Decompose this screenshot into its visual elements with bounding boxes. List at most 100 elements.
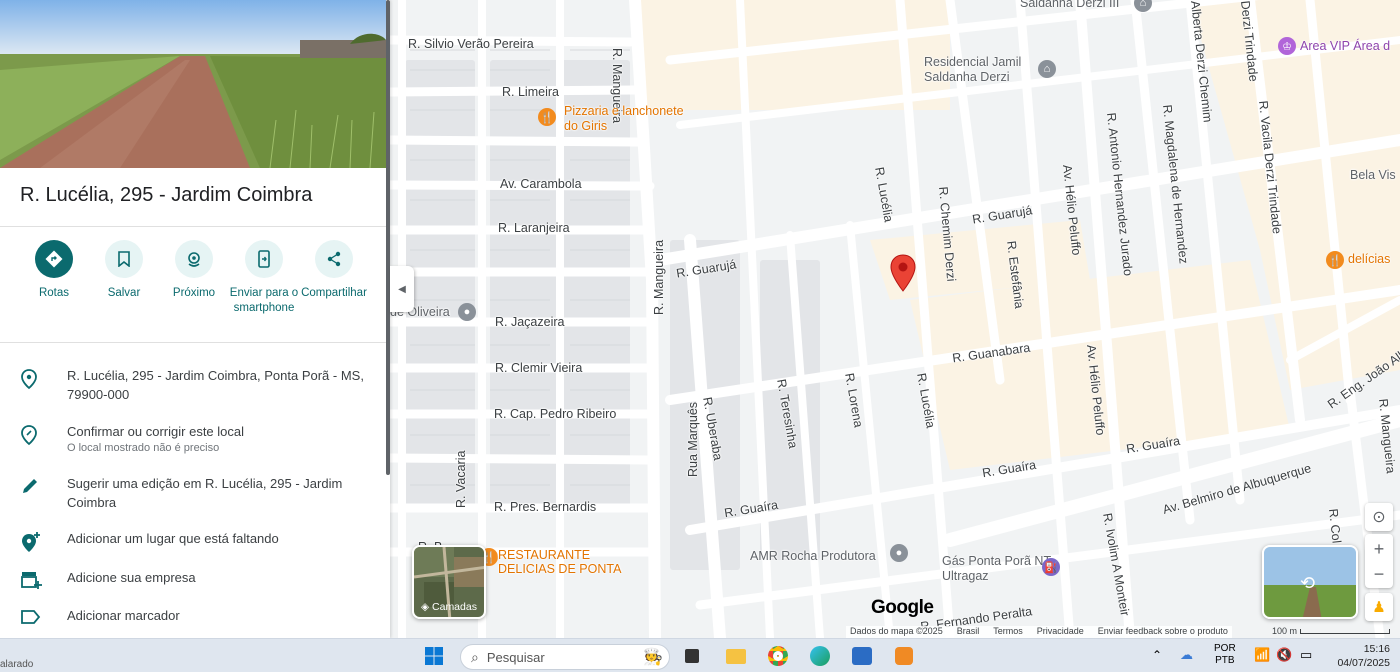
place-photo[interactable]	[0, 0, 386, 168]
taskbar: alarado ⌕ Pesquisar 🧑‍🍳 ⌃ ☁ POR PTB 📶 🔇 …	[0, 638, 1400, 672]
taskbar-left-text: alarado	[0, 659, 34, 670]
media-player-button[interactable]	[892, 645, 916, 667]
keyboard-layout: PTB	[1215, 655, 1235, 666]
clock[interactable]: 15:16 04/07/2025	[1337, 642, 1390, 670]
street-photo	[0, 0, 386, 168]
zoom-out-icon[interactable]: −	[1374, 562, 1385, 586]
place-area-vip[interactable]: Area VIP Área d	[1300, 39, 1390, 53]
edge-button[interactable]	[808, 645, 832, 667]
vip-area-icon[interactable]: ♔	[1278, 37, 1296, 55]
street-label: R. Vacaria	[454, 450, 468, 508]
speaker-muted-icon[interactable]: 🔇	[1276, 647, 1292, 663]
layers-button[interactable]: ◈ Camadas	[412, 545, 486, 619]
street-label: R. Cap. Pedro Ribeiro	[494, 407, 617, 421]
search-placeholder: Pesquisar	[486, 649, 545, 665]
nearby-icon	[188, 252, 200, 267]
gas-icon[interactable]: ⛽	[1042, 558, 1060, 576]
clock-time: 15:16	[1363, 643, 1390, 655]
add-business-icon	[21, 572, 42, 589]
chevron-up-icon[interactable]: ⌃	[1152, 648, 1162, 662]
street-view-thumbnail[interactable]: ⟲	[1262, 545, 1358, 619]
scale-label: 100 m	[1272, 626, 1298, 636]
language-indicator[interactable]: POR PTB	[1214, 643, 1236, 667]
add-place-row[interactable]: Adicionar um lugar que está faltando	[20, 529, 370, 558]
collapse-panel-button[interactable]: ◀	[390, 266, 414, 312]
directions-label: Rotas	[38, 287, 70, 299]
start-button[interactable]	[422, 645, 446, 667]
street-label: R. Pres. Bernardis	[494, 500, 597, 514]
location-pin-icon[interactable]	[890, 254, 916, 292]
send-to-phone-button[interactable]: Enviar para o smartphone	[228, 240, 300, 316]
panel-scrollbar[interactable]	[386, 0, 390, 475]
place-bela-vista[interactable]: Bela Vis	[1350, 168, 1400, 182]
address-text: R. Lucélia, 295 - Jardim Coimbra, Ponta …	[67, 368, 364, 402]
send-to-phone-icon	[258, 250, 270, 268]
wifi-icon[interactable]: 📶	[1254, 647, 1270, 663]
restaurant-icon[interactable]: 🍴	[1326, 251, 1344, 269]
terms-link[interactable]: Termos	[993, 626, 1023, 638]
privacy-link[interactable]: Privacidade	[1037, 626, 1084, 638]
place-delicias[interactable]: delícias	[1348, 252, 1390, 266]
map-data-credit[interactable]: Dados do mapa ©2025	[850, 626, 943, 638]
add-label-row[interactable]: Adicionar marcador	[20, 606, 370, 631]
confirm-location-title: Confirmar ou corrigir este local	[67, 424, 245, 439]
divider	[0, 226, 386, 227]
nearby-button[interactable]: Próximo	[158, 240, 230, 301]
place-residencial-iii[interactable]: Saldanha Derzi III	[1020, 0, 1119, 10]
place-residencial-jamil[interactable]: Residencial Jamil Saldanha Derzi	[924, 55, 1044, 85]
cloud-icon[interactable]: ☁	[1180, 647, 1193, 663]
file-explorer-button[interactable]	[724, 645, 748, 667]
place-restaurante[interactable]: RESTAURANTE DELICIAS DE PONTA	[498, 548, 638, 576]
crosshair-icon: ⊙	[1372, 509, 1386, 526]
store-icon	[852, 647, 872, 665]
street-label: Av. Carambola	[500, 177, 582, 191]
place-icon[interactable]: ●	[890, 544, 908, 562]
street-label: R. Laranjeira	[498, 221, 570, 235]
scale-bar[interactable]: 100 m	[1272, 626, 1391, 636]
address-row[interactable]: R. Lucélia, 295 - Jardim Coimbra, Ponta …	[20, 366, 370, 404]
rotate-icon: ⟲	[1300, 573, 1316, 593]
place-title: R. Lucélia, 295 - Jardim Coimbra	[20, 184, 313, 206]
zoom-control[interactable]: + −	[1365, 534, 1393, 588]
folder-icon	[726, 648, 746, 664]
save-button[interactable]: Salvar	[88, 240, 160, 301]
app-window: R. Silvio Verão Pereira R. Limeira Av. C…	[0, 0, 1400, 672]
add-business-row[interactable]: Adicione sua empresa	[20, 568, 370, 595]
language-code: POR	[1214, 643, 1236, 654]
feedback-link[interactable]: Enviar feedback sobre o produto	[1098, 626, 1228, 638]
country-link[interactable]: Brasil	[957, 626, 980, 638]
place-icon[interactable]: ●	[458, 303, 476, 321]
chrome-button[interactable]	[766, 645, 790, 667]
add-label-text: Adicionar marcador	[67, 608, 180, 623]
residential-icon[interactable]: ⌂	[1038, 60, 1056, 78]
chevron-left-icon: ◀	[398, 283, 406, 295]
share-icon	[327, 251, 341, 267]
place-amr[interactable]: AMR Rocha Produtora	[750, 549, 876, 563]
windows-icon	[425, 647, 443, 665]
task-view-button[interactable]	[680, 645, 704, 667]
battery-icon[interactable]: ▭	[1300, 647, 1312, 663]
add-location-icon	[22, 532, 40, 552]
directions-button[interactable]: Rotas	[18, 240, 90, 301]
search-highlight-icon: 🧑‍🍳	[643, 649, 663, 666]
bookmark-icon	[118, 251, 130, 267]
confirm-location-row[interactable]: Confirmar ou corrigir este local O local …	[20, 422, 370, 455]
zoom-in-icon[interactable]: +	[1374, 536, 1385, 562]
edge-icon	[810, 646, 830, 666]
taskbar-search[interactable]: ⌕ Pesquisar 🧑‍🍳	[460, 644, 670, 670]
add-business-text: Adicione sua empresa	[67, 570, 196, 585]
clock-date: 04/07/2025	[1337, 657, 1390, 669]
share-button[interactable]: Compartilhar	[298, 240, 370, 301]
street-label: R. Clemir Vieira	[495, 361, 583, 375]
my-location-button[interactable]: ⊙	[1365, 503, 1393, 531]
store-button[interactable]	[850, 645, 874, 667]
scale-ruler	[1300, 628, 1391, 634]
place-pizzaria[interactable]: Pizzaria e lanchonete do Giris	[564, 104, 694, 134]
suggest-edit-row[interactable]: Sugerir uma edição em R. Lucélia, 295 - …	[20, 474, 370, 512]
task-view-icon	[685, 649, 699, 663]
location-edit-icon	[21, 425, 37, 446]
pegman-button[interactable]: ♟	[1365, 593, 1393, 621]
street-label: R. Limeira	[502, 85, 559, 99]
restaurant-icon[interactable]: 🍴	[538, 108, 556, 126]
map-canvas[interactable]: R. Silvio Verão Pereira R. Limeira Av. C…	[390, 0, 1400, 638]
